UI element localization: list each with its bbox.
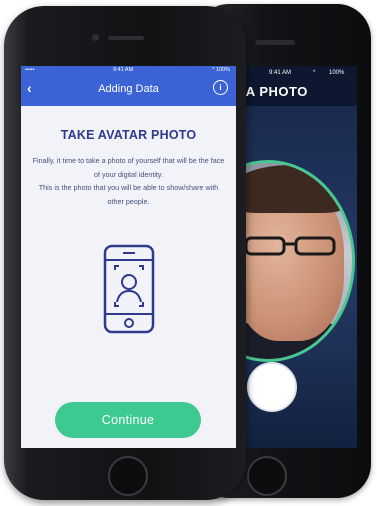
page-title: Adding Data bbox=[98, 83, 159, 95]
bluetooth-icon: * bbox=[313, 70, 316, 76]
face-preview bbox=[229, 160, 355, 362]
status-time: 9:41 AM bbox=[269, 70, 292, 76]
description-line-2: This is the photo that you will be able … bbox=[38, 183, 219, 206]
speaker bbox=[255, 40, 295, 45]
battery-level: * 100% bbox=[212, 67, 230, 73]
front-camera bbox=[92, 34, 99, 41]
description-line-1: Finally, it time to take a photo of your… bbox=[32, 156, 225, 179]
signal-icon: ••••• bbox=[25, 67, 35, 73]
status-bar: ••••• 9:41 AM * 100% bbox=[21, 67, 236, 77]
battery-level: 100% bbox=[329, 70, 345, 76]
status-time: 9:41 AM bbox=[113, 67, 134, 73]
info-icon[interactable]: i bbox=[213, 80, 228, 95]
camera-screen: 9:41 AM * 100% E A PHOTO bbox=[229, 66, 357, 448]
continue-button[interactable]: Continue bbox=[55, 402, 201, 438]
nav-bar: ••••• 9:41 AM * 100% ‹ Adding Data i bbox=[21, 66, 236, 106]
front-phone: ••••• 9:41 AM * 100% ‹ Adding Data i TAK… bbox=[4, 6, 246, 500]
glasses-shape bbox=[244, 236, 336, 256]
speaker bbox=[108, 36, 144, 40]
home-button[interactable] bbox=[247, 456, 287, 496]
home-button[interactable] bbox=[108, 456, 148, 496]
status-bar: 9:41 AM * 100% bbox=[229, 66, 357, 80]
section-heading: TAKE AVATAR PHOTO bbox=[60, 128, 197, 142]
phone-avatar-icon bbox=[103, 244, 155, 334]
adding-data-screen: ••••• 9:41 AM * 100% ‹ Adding Data i TAK… bbox=[21, 66, 236, 448]
shutter-button[interactable] bbox=[247, 362, 297, 412]
description: Finally, it time to take a photo of your… bbox=[31, 154, 226, 208]
